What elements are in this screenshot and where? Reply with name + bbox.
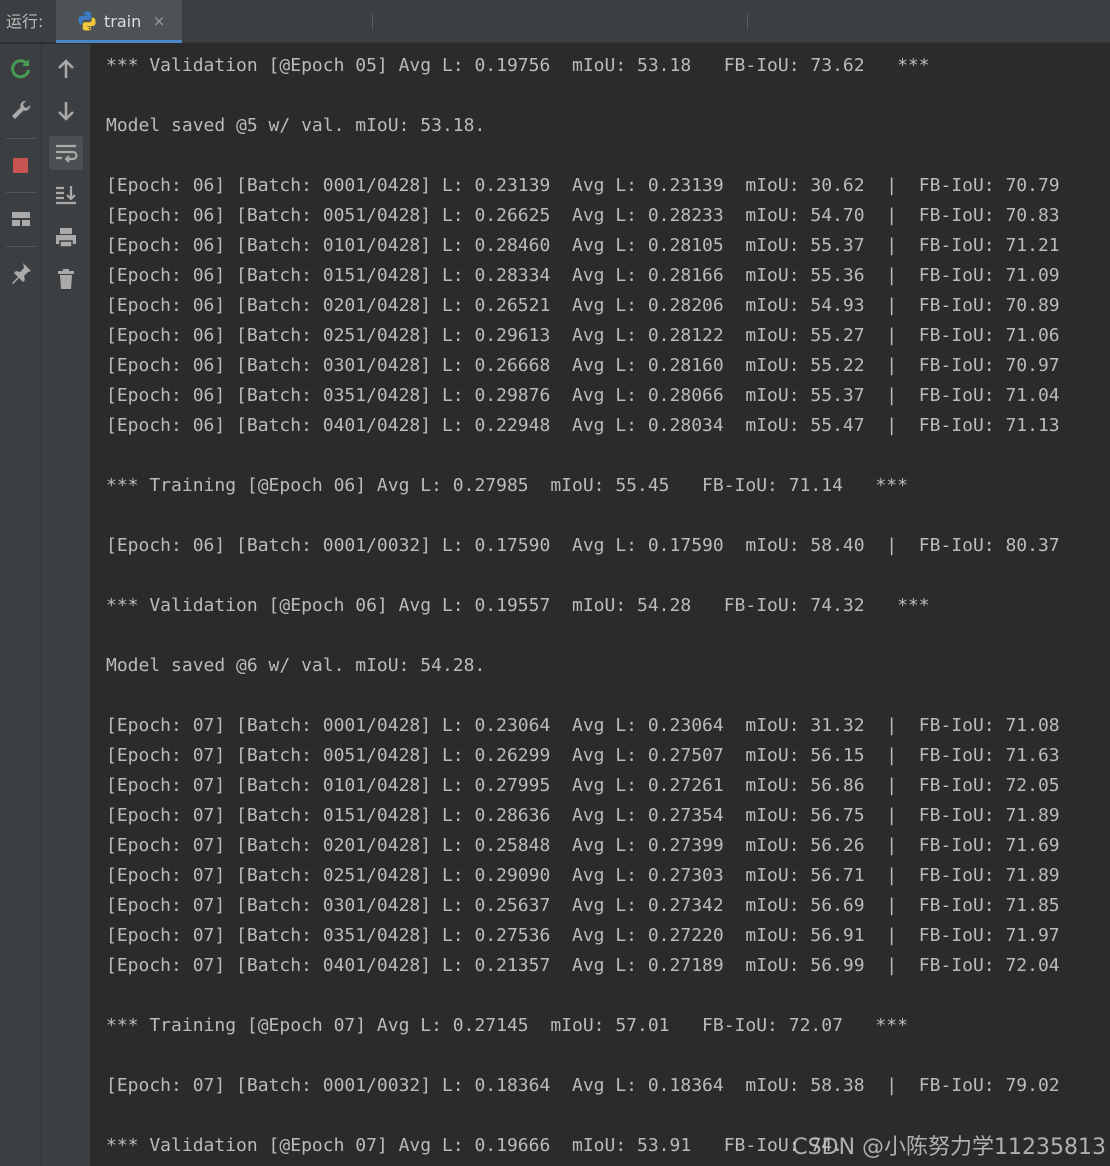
pin-tab-button[interactable]	[4, 256, 38, 290]
console-line: *** Training [@Epoch 07] Avg L: 0.27145 …	[106, 1015, 908, 1036]
print-icon	[56, 228, 76, 248]
python-icon	[78, 11, 96, 31]
run-toolbar-right	[42, 44, 90, 1166]
console-line: [Epoch: 06] [Batch: 0001/0032] L: 0.1759…	[106, 535, 1060, 556]
pin-icon	[12, 263, 31, 284]
console-line: [Epoch: 07] [Batch: 0401/0428] L: 0.2135…	[106, 955, 1060, 976]
console-line: [Epoch: 06] [Batch: 0401/0428] L: 0.2294…	[106, 415, 1060, 436]
clear-all-button[interactable]	[49, 262, 83, 296]
settings-button[interactable]	[4, 94, 38, 128]
run-tab-bar: 运行: train ×	[0, 0, 1110, 43]
trash-icon	[58, 269, 74, 289]
next-occurrence-button[interactable]	[49, 94, 83, 128]
console-line: Model saved @6 w/ val. mIoU: 54.28.	[106, 655, 486, 676]
watermark: CSDN @小陈努力学11235813	[792, 1135, 1106, 1160]
restore-layout-button[interactable]	[4, 202, 38, 236]
console-line: [Epoch: 07] [Batch: 0351/0428] L: 0.2753…	[106, 925, 1060, 946]
soft-wrap-icon	[56, 144, 78, 163]
soft-wrap-button[interactable]	[49, 136, 83, 170]
console-line: [Epoch: 06] [Batch: 0201/0428] L: 0.2652…	[106, 295, 1060, 316]
run-toolbar-left	[0, 44, 42, 1166]
scroll-to-end-button[interactable]	[49, 178, 83, 212]
console-line: [Epoch: 07] [Batch: 0051/0428] L: 0.2629…	[106, 745, 1060, 766]
run-tool-window: 运行: train × *** Validation [@Epoch 05] A…	[0, 0, 1110, 1166]
console-line: *** Validation [@Epoch 07] Avg L: 0.1966…	[106, 1135, 843, 1156]
toolbar-divider	[6, 246, 36, 247]
console-line: [Epoch: 06] [Batch: 0251/0428] L: 0.2961…	[106, 325, 1060, 346]
console-line: [Epoch: 07] [Batch: 0151/0428] L: 0.2863…	[106, 805, 1060, 826]
toolbar-divider	[6, 138, 36, 139]
layout-icon	[12, 212, 30, 226]
console-line: [Epoch: 06] [Batch: 0151/0428] L: 0.2833…	[106, 265, 1060, 286]
console-line: [Epoch: 06] [Batch: 0351/0428] L: 0.2987…	[106, 385, 1060, 406]
console-line: [Epoch: 07] [Batch: 0251/0428] L: 0.2909…	[106, 865, 1060, 886]
console-output[interactable]: *** Validation [@Epoch 05] Avg L: 0.1975…	[90, 44, 1110, 1166]
rerun-button[interactable]	[4, 52, 38, 86]
console-line: [Epoch: 07] [Batch: 0001/0428] L: 0.2306…	[106, 715, 1060, 736]
print-button[interactable]	[49, 220, 83, 254]
console-line: [Epoch: 06] [Batch: 0001/0428] L: 0.2313…	[106, 175, 1060, 196]
console-line: *** Validation [@Epoch 05] Avg L: 0.1975…	[106, 55, 930, 76]
console-line: *** Training [@Epoch 06] Avg L: 0.27985 …	[106, 475, 908, 496]
console-line: [Epoch: 07] [Batch: 0201/0428] L: 0.2584…	[106, 835, 1060, 856]
previous-occurrence-button[interactable]	[49, 52, 83, 86]
tab-divider	[372, 14, 373, 30]
scroll-to-end-icon	[56, 186, 76, 205]
stop-icon	[13, 158, 28, 173]
up-arrow-icon	[58, 59, 74, 78]
close-icon[interactable]: ×	[150, 11, 168, 31]
tab-divider	[747, 14, 748, 30]
console-line: Model saved @5 w/ val. mIoU: 53.18.	[106, 115, 486, 136]
console-line: [Epoch: 06] [Batch: 0051/0428] L: 0.2662…	[106, 205, 1060, 226]
console-line: [Epoch: 07] [Batch: 0101/0428] L: 0.2799…	[106, 775, 1060, 796]
run-panel-label: 运行:	[6, 12, 44, 31]
console-line: [Epoch: 07] [Batch: 0301/0428] L: 0.2563…	[106, 895, 1060, 916]
wrench-icon	[12, 100, 31, 119]
tab-title: train	[104, 12, 142, 31]
toolbar-divider	[6, 192, 36, 193]
down-arrow-icon	[58, 102, 74, 121]
rerun-icon	[11, 59, 30, 79]
tab-train[interactable]: train ×	[56, 0, 182, 43]
stop-button[interactable]	[4, 148, 38, 182]
tab-active-indicator	[56, 40, 182, 43]
console-line: [Epoch: 06] [Batch: 0101/0428] L: 0.2846…	[106, 235, 1060, 256]
console-line: [Epoch: 06] [Batch: 0301/0428] L: 0.2666…	[106, 355, 1060, 376]
console-line: [Epoch: 07] [Batch: 0001/0032] L: 0.1836…	[106, 1075, 1060, 1096]
console-line: *** Validation [@Epoch 06] Avg L: 0.1955…	[106, 595, 930, 616]
